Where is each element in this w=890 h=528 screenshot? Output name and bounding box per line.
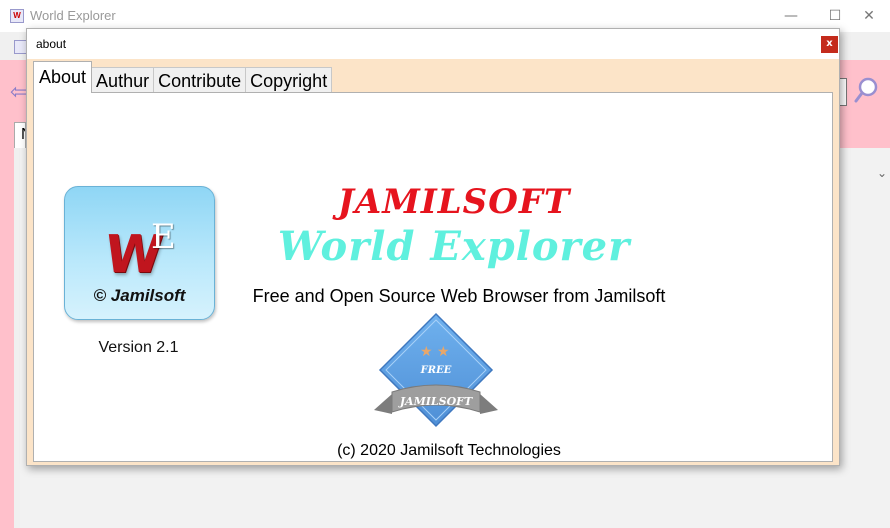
- minimize-button[interactable]: —: [768, 4, 814, 28]
- version-label: Version 2.1: [98, 339, 179, 356]
- chevron-down-icon[interactable]: ⌄: [874, 166, 890, 186]
- tab-copyright[interactable]: Copyright: [245, 67, 333, 93]
- about-dialog: about x About Authur Contribute Copyrigh…: [26, 28, 840, 466]
- logo-caption: © Jamilsoft: [93, 286, 186, 305]
- app-icon: W: [10, 9, 24, 23]
- dialog-titlebar: about x: [27, 29, 839, 59]
- app-logo: W E © Jamilsoft: [64, 186, 215, 320]
- magnifier-icon[interactable]: [852, 76, 880, 104]
- badge-free-text: FREE: [420, 365, 452, 376]
- product-title: World Explorer: [277, 223, 631, 270]
- tagline: Free and Open Source Web Browser from Ja…: [252, 286, 666, 306]
- tab-strip: About Authur Contribute Copyright: [33, 61, 333, 93]
- close-window-button[interactable]: ✕: [846, 4, 890, 28]
- dialog-close-button[interactable]: x: [821, 36, 838, 53]
- free-badge-icon: ★ ★ FREE JAMILSOFT: [374, 312, 498, 428]
- tab-contribute[interactable]: Contribute: [153, 67, 247, 93]
- left-strip: [0, 148, 14, 528]
- copyright-footer: (c) 2020 Jamilsoft Technologies: [337, 442, 561, 459]
- tab-about[interactable]: About: [33, 61, 93, 93]
- browser-tab[interactable]: N: [14, 122, 26, 148]
- tab-authur[interactable]: Authur: [91, 67, 155, 93]
- dialog-title: about: [36, 37, 67, 51]
- badge-ribbon-text: JAMILSOFT: [398, 395, 473, 408]
- about-panel: W E © Jamilsoft Version 2.1 JAMILSOFT Wo…: [33, 92, 833, 462]
- badge-stars: ★ ★: [420, 344, 450, 360]
- logo-letter-e: E: [151, 217, 176, 257]
- main-window-title: World Explorer: [30, 8, 116, 23]
- brand-title: JAMILSOFT: [337, 182, 571, 222]
